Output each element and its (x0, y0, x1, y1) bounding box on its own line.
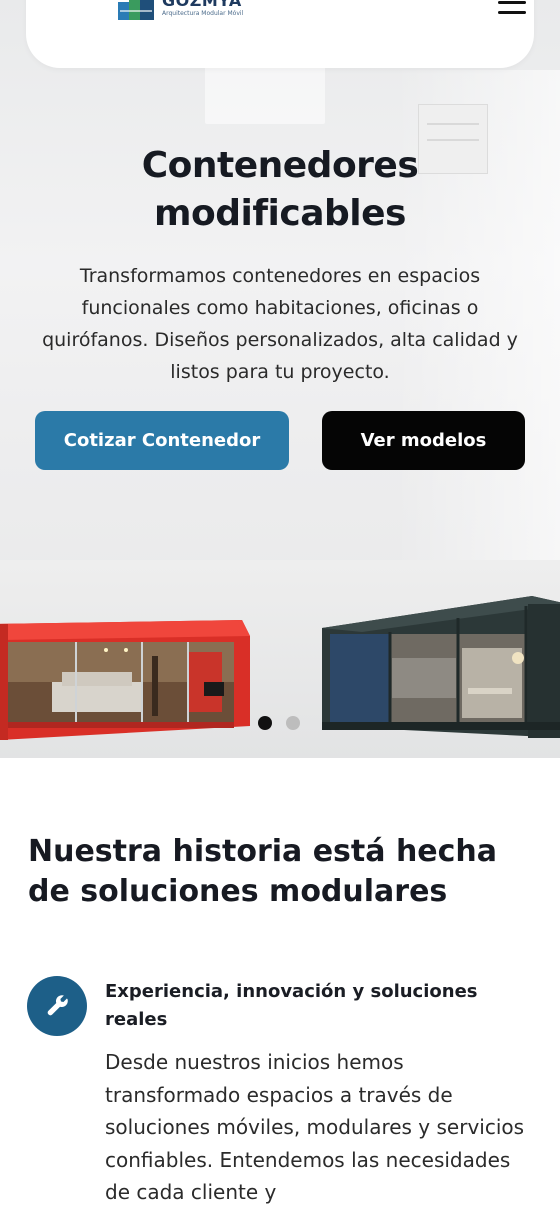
story-title: Nuestra historia está hecha de solucione… (28, 834, 498, 909)
brand-logo[interactable]: GOZMYA Arquitectura Modular Móvil (118, 0, 243, 20)
carousel-dot-1[interactable] (258, 716, 272, 730)
hero-section: Contenedores modificables Transformamos … (0, 0, 560, 758)
hamburger-menu-icon[interactable] (498, 0, 526, 15)
wrench-icon (47, 995, 68, 1016)
feature-heading: Experiencia, innovación y soluciones rea… (105, 981, 478, 1030)
dark-container-image (322, 596, 560, 738)
building-logo-icon (118, 0, 156, 20)
hero-title-line-1: Contenedores (141, 145, 419, 186)
hero-title: Contenedores modificables (0, 142, 560, 238)
feature-body: Desde nuestros inicios hemos transformad… (105, 1050, 525, 1204)
brand-name: GOZMYA (162, 0, 242, 10)
hero-title-line-2: modificables (154, 193, 406, 234)
hero-background-window (205, 64, 325, 124)
site-header: GOZMYA Arquitectura Modular Móvil (26, 0, 534, 68)
view-models-button[interactable]: Ver modelos (322, 411, 525, 470)
quote-container-button[interactable]: Cotizar Contenedor (35, 411, 289, 470)
red-container-image (0, 620, 250, 740)
feature-icon-circle (27, 976, 87, 1036)
carousel-dots (258, 716, 300, 730)
hero-subtitle: Transformamos contenedores en espacios f… (42, 265, 518, 383)
brand-tagline: Arquitectura Modular Móvil (162, 10, 244, 17)
carousel-dot-2[interactable] (286, 716, 300, 730)
